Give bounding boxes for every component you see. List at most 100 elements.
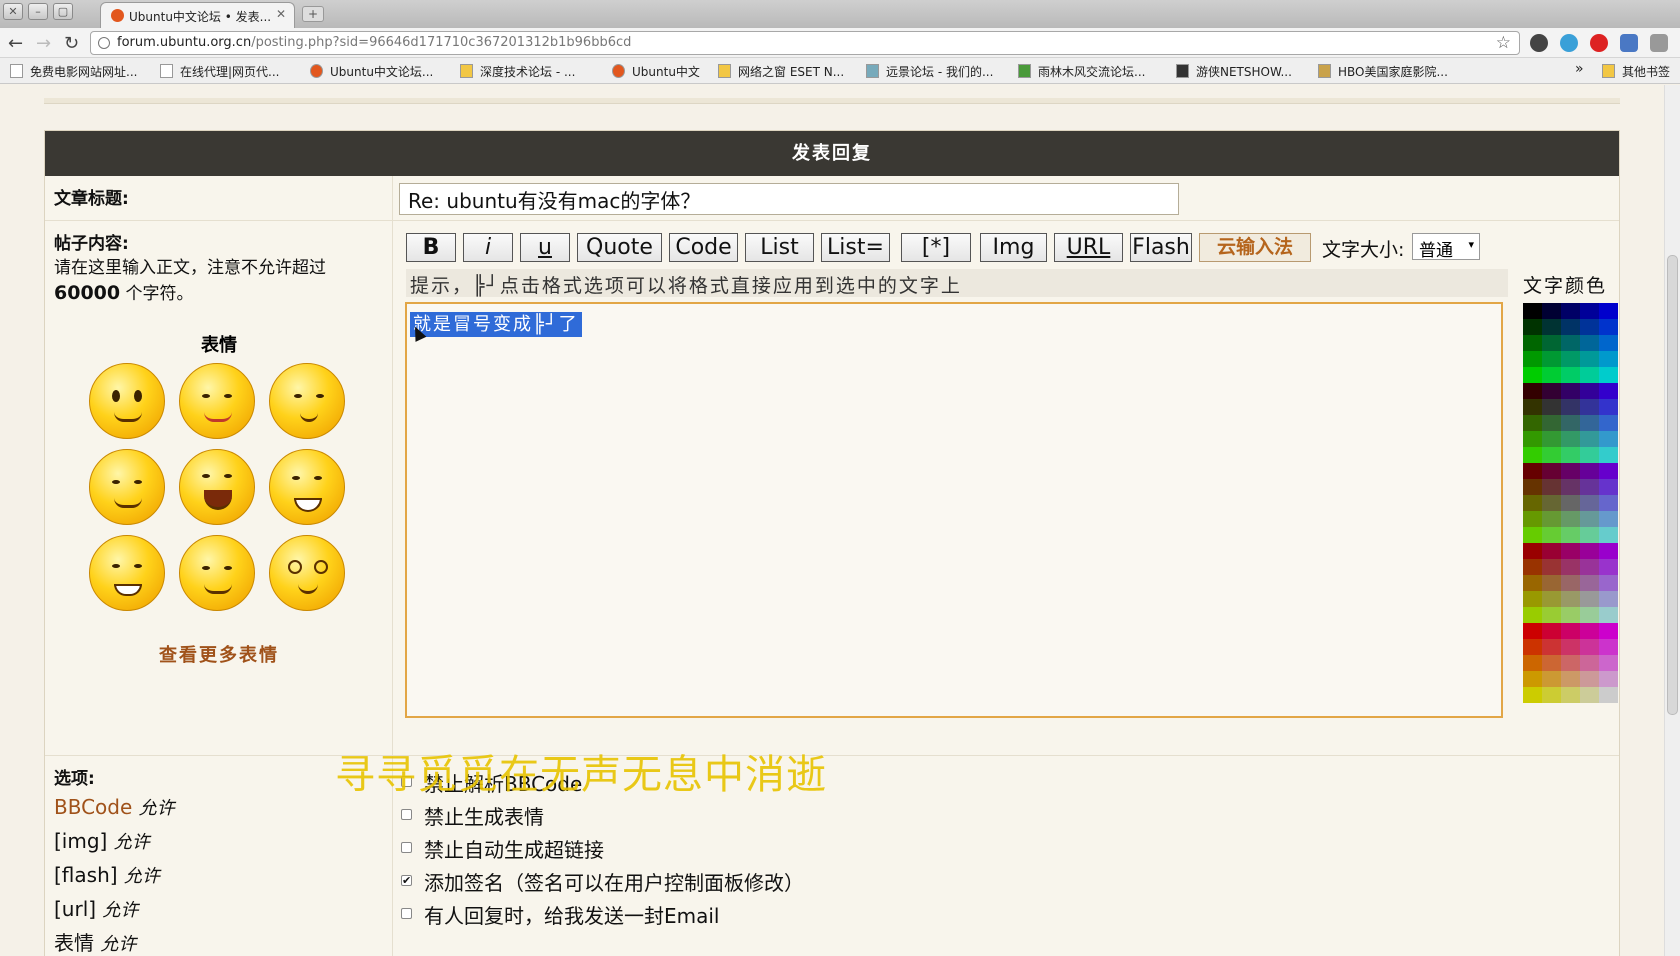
- color-swatch[interactable]: [1542, 463, 1561, 479]
- color-swatch[interactable]: [1599, 479, 1618, 495]
- color-swatch[interactable]: [1542, 415, 1561, 431]
- color-swatch[interactable]: [1580, 463, 1599, 479]
- back-icon[interactable]: ←: [8, 33, 23, 54]
- cloud-ime-button[interactable]: 云输入法: [1199, 233, 1311, 262]
- bookmark-item[interactable]: 网络之窗 ESET N...: [718, 63, 844, 80]
- more-bookmarks-icon[interactable]: »: [1575, 61, 1584, 77]
- color-swatch[interactable]: [1580, 335, 1599, 351]
- forward-icon[interactable]: →: [36, 33, 51, 54]
- browser-tab[interactable]: Ubuntu中文论坛 • 发表... ✕: [100, 2, 295, 28]
- color-swatch[interactable]: [1523, 463, 1542, 479]
- color-swatch[interactable]: [1561, 335, 1580, 351]
- color-swatch[interactable]: [1599, 591, 1618, 607]
- italic-button[interactable]: i: [463, 233, 513, 262]
- color-swatch[interactable]: [1580, 639, 1599, 655]
- bookmark-item[interactable]: HBO美国家庭影院...: [1318, 63, 1448, 80]
- color-swatch[interactable]: [1542, 527, 1561, 543]
- color-swatch[interactable]: [1542, 687, 1561, 703]
- color-swatch[interactable]: [1561, 495, 1580, 511]
- color-swatch[interactable]: [1542, 495, 1561, 511]
- color-swatch[interactable]: [1580, 575, 1599, 591]
- bookmark-star-icon[interactable]: ☆: [1496, 33, 1511, 53]
- color-swatch[interactable]: [1580, 383, 1599, 399]
- color-swatch[interactable]: [1523, 351, 1542, 367]
- dizzy-emoticon-icon[interactable]: [269, 535, 345, 611]
- color-swatch[interactable]: [1561, 447, 1580, 463]
- color-swatch[interactable]: [1580, 415, 1599, 431]
- sweat-grin-emoticon-icon[interactable]: [269, 449, 345, 525]
- color-swatch[interactable]: [1599, 543, 1618, 559]
- color-swatch[interactable]: [1561, 559, 1580, 575]
- color-swatch[interactable]: [1561, 351, 1580, 367]
- color-swatch[interactable]: [1599, 639, 1618, 655]
- new-tab-button[interactable]: +: [302, 6, 324, 22]
- color-swatch[interactable]: [1599, 303, 1618, 319]
- color-swatch[interactable]: [1542, 335, 1561, 351]
- bookmark-item[interactable]: 深度技术论坛 - ...: [460, 63, 575, 80]
- color-swatch[interactable]: [1599, 559, 1618, 575]
- color-swatch[interactable]: [1542, 447, 1561, 463]
- tongue-emoticon-icon[interactable]: [179, 363, 255, 439]
- vertical-scrollbar[interactable]: [1664, 85, 1680, 956]
- color-swatch[interactable]: [1561, 303, 1580, 319]
- post-body-textarea[interactable]: 就是冒号变成╠┘了: [405, 302, 1503, 718]
- color-swatch[interactable]: [1599, 463, 1618, 479]
- color-swatch[interactable]: [1523, 319, 1542, 335]
- subject-input[interactable]: [399, 183, 1179, 215]
- bookmark-item[interactable]: Ubuntu中文: [612, 63, 700, 80]
- color-swatch[interactable]: [1599, 335, 1618, 351]
- bookmark-item[interactable]: 雨林木风交流论坛...: [1018, 63, 1145, 80]
- color-swatch[interactable]: [1523, 687, 1542, 703]
- bbcode-help-link[interactable]: BBCode: [54, 795, 132, 819]
- laugh-emoticon-icon[interactable]: [179, 449, 255, 525]
- color-swatch[interactable]: [1523, 511, 1542, 527]
- color-swatch[interactable]: [1561, 543, 1580, 559]
- color-swatch[interactable]: [1561, 319, 1580, 335]
- extension-arrow-icon[interactable]: [1620, 34, 1638, 52]
- color-swatch[interactable]: [1561, 367, 1580, 383]
- color-swatch[interactable]: [1542, 559, 1561, 575]
- color-swatch[interactable]: [1599, 367, 1618, 383]
- color-swatch[interactable]: [1542, 591, 1561, 607]
- bookmark-item[interactable]: Ubuntu中文论坛...: [310, 63, 433, 80]
- more-emoticons-link[interactable]: 查看更多表情: [45, 641, 393, 667]
- color-palette[interactable]: [1523, 303, 1618, 703]
- color-swatch[interactable]: [1542, 543, 1561, 559]
- color-swatch[interactable]: [1523, 335, 1542, 351]
- color-swatch[interactable]: [1561, 527, 1580, 543]
- giggle-emoticon-icon[interactable]: [89, 449, 165, 525]
- color-swatch[interactable]: [1523, 431, 1542, 447]
- flash-button[interactable]: Flash: [1130, 233, 1192, 262]
- color-swatch[interactable]: [1580, 367, 1599, 383]
- color-swatch[interactable]: [1523, 303, 1542, 319]
- color-swatch[interactable]: [1523, 527, 1542, 543]
- color-swatch[interactable]: [1523, 495, 1542, 511]
- color-swatch[interactable]: [1561, 431, 1580, 447]
- color-swatch[interactable]: [1580, 623, 1599, 639]
- color-swatch[interactable]: [1523, 607, 1542, 623]
- color-swatch[interactable]: [1561, 383, 1580, 399]
- color-swatch[interactable]: [1523, 591, 1542, 607]
- color-swatch[interactable]: [1599, 623, 1618, 639]
- color-swatch[interactable]: [1599, 671, 1618, 687]
- color-swatch[interactable]: [1542, 607, 1561, 623]
- color-swatch[interactable]: [1542, 511, 1561, 527]
- reload-icon[interactable]: ↻: [64, 33, 79, 54]
- color-swatch[interactable]: [1542, 367, 1561, 383]
- color-swatch[interactable]: [1561, 639, 1580, 655]
- color-swatch[interactable]: [1561, 415, 1580, 431]
- ordered-list-button[interactable]: List=: [821, 233, 890, 262]
- color-swatch[interactable]: [1561, 607, 1580, 623]
- color-swatch[interactable]: [1599, 383, 1618, 399]
- color-swatch[interactable]: [1542, 319, 1561, 335]
- color-swatch[interactable]: [1542, 399, 1561, 415]
- scrollbar-thumb[interactable]: [1667, 255, 1678, 715]
- color-swatch[interactable]: [1542, 479, 1561, 495]
- color-swatch[interactable]: [1542, 639, 1561, 655]
- close-window-button[interactable]: ✕: [3, 3, 23, 20]
- other-bookmarks[interactable]: 其他书签: [1602, 63, 1670, 80]
- color-swatch[interactable]: [1580, 511, 1599, 527]
- smile-emoticon-icon[interactable]: [89, 363, 165, 439]
- color-swatch[interactable]: [1599, 447, 1618, 463]
- color-swatch[interactable]: [1561, 671, 1580, 687]
